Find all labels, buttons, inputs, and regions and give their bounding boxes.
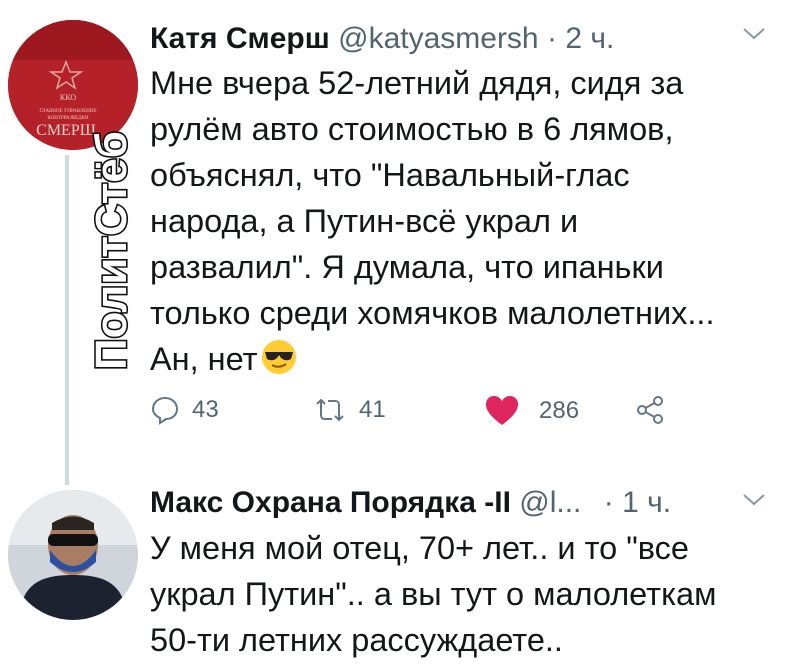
like-count: 286 [539,397,580,424]
avatar-2[interactable] [8,490,138,620]
chevron-down-icon[interactable] [742,22,766,48]
tweet-text-body: Мне вчера 52-летний дядя, сидя за рулём … [150,65,715,377]
chevron-down-icon[interactable] [742,488,766,514]
retweet-icon [316,398,344,422]
separator: · [603,486,614,519]
reply-count: 43 [192,396,219,423]
like-action[interactable]: 286 [485,395,579,427]
sunglasses-emoji-icon [260,338,298,376]
author-handle[interactable]: @katyasmersh [338,22,539,55]
avatar-caption: ККО [60,93,76,102]
timestamp[interactable]: 1 ч. [622,486,671,519]
retweet-action[interactable]: 41 [313,395,386,425]
thread-line [65,155,69,485]
heart-icon [486,396,518,425]
author-name[interactable]: Макс Охрана Порядка -II [150,486,511,519]
share-action[interactable] [635,395,665,425]
tweet-actions: 43 41 286 [150,395,710,435]
retweet-count: 41 [359,396,386,423]
separator: · [546,22,557,55]
author-line: Катя Смерш @katyasmersh · 2 ч. [150,22,614,56]
author-name[interactable]: Катя Смерш [150,22,330,55]
author-line-2: Макс Охрана Порядка -II @l... · 1 ч. [150,486,671,520]
reply-icon [151,396,179,425]
tweet-text-2: У меня мой отец, 70+ лет.. и то "все укр… [150,530,717,658]
share-icon [637,396,663,424]
watermark: ПолитСтёб [80,75,150,375]
watermark-text: ПолитСтёб [87,131,136,370]
tweet-text: Мне вчера 52-летний дядя, сидя за рулём … [150,60,790,382]
reply-action[interactable]: 43 [150,395,219,425]
author-handle[interactable]: @l... [519,486,581,519]
timestamp[interactable]: 2 ч. [565,22,614,55]
